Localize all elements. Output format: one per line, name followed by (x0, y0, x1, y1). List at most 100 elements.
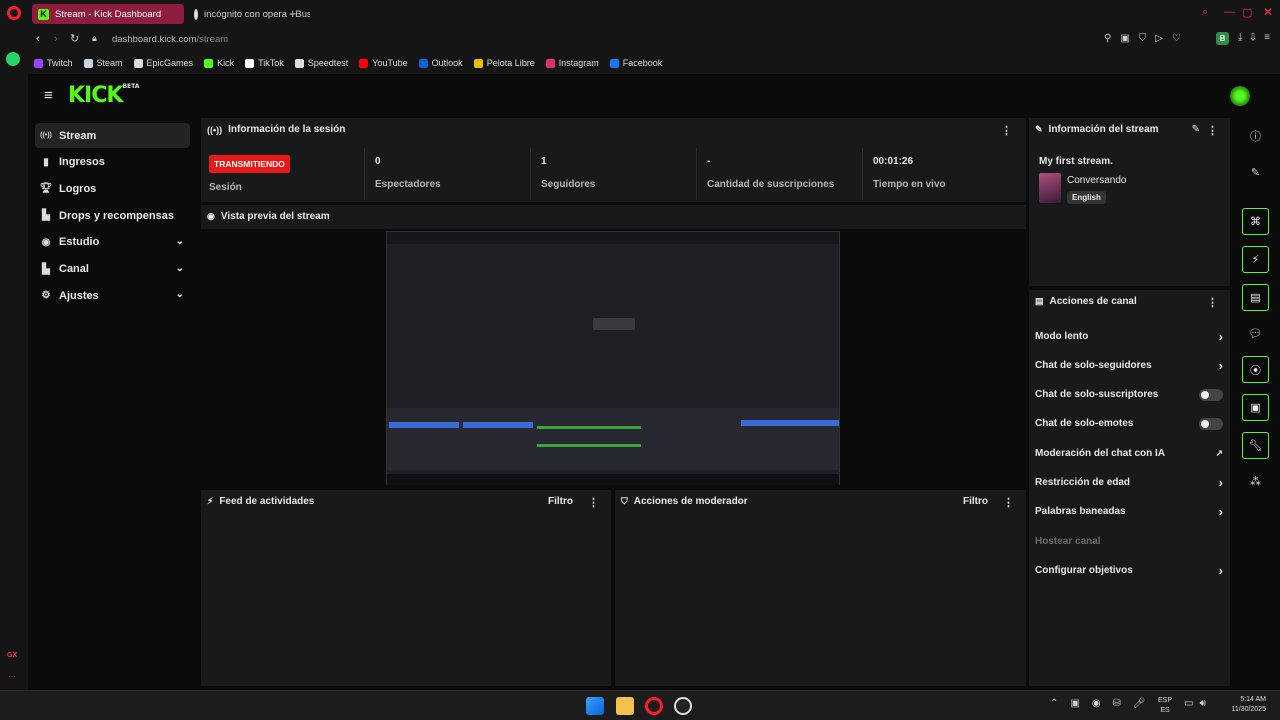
toggle-switch[interactable] (1199, 388, 1223, 401)
bookmark-item[interactable]: Steam (83, 58, 123, 68)
bookmark-item[interactable]: Kick (204, 58, 234, 68)
bookmark-item[interactable]: Outlook (418, 58, 463, 68)
tray-icons[interactable]: ⌃▣◉⛁🎤︎ (1050, 698, 1158, 709)
filter-button[interactable]: Filtro (963, 496, 988, 507)
channel-action-item[interactable]: Chat de solo-suscriptores (1035, 383, 1223, 407)
network-volume-icons[interactable]: ▭🔊︎ (1184, 698, 1212, 709)
clock[interactable]: 5:14 AM 11/30/2025 (1218, 695, 1266, 715)
logo-text: KICK (68, 83, 123, 108)
bookmark-label: Speedtest (307, 58, 349, 68)
sidebar-item-logros[interactable]: 🏆︎ Logros (35, 176, 190, 201)
chevron-right-icon: › (1218, 357, 1223, 373)
sidebar-item-label: Estudio (59, 236, 100, 249)
channel-action-item[interactable]: Restricción de edad › (1035, 471, 1223, 495)
session-status: TRANSMITIENDO Sesión (201, 148, 365, 200)
maximize-icon[interactable]: ▢ (1242, 6, 1252, 19)
lightning-icon[interactable]: ⚡︎ (1242, 246, 1269, 273)
wrench-icon[interactable]: 🔧︎ (1242, 432, 1269, 459)
new-tab-icon[interactable]: + (289, 6, 297, 21)
obs-icon[interactable] (674, 697, 692, 715)
bookmark-favicon-icon (418, 58, 428, 68)
kick-logo[interactable]: KICKBETA (68, 83, 139, 108)
category-thumbnail[interactable] (1039, 173, 1061, 203)
bookmark-item[interactable]: Facebook (609, 58, 662, 68)
hamburger-menu-icon[interactable]: ≡ (44, 87, 53, 104)
sidebar-item-ajustes[interactable]: ⚙ Ajustes ⌄ (35, 283, 190, 308)
stream-category[interactable]: Conversando (1067, 175, 1126, 186)
channel-action-item[interactable]: Chat de solo-emotes (1035, 412, 1223, 436)
whatsapp-icon[interactable] (6, 52, 20, 66)
forward-icon[interactable]: › (54, 33, 58, 45)
channel-action-label: Palabras baneadas (1035, 506, 1126, 518)
bookmark-item[interactable]: Speedtest (294, 58, 349, 68)
preview-title-row: ◉ Vista previa del stream (207, 211, 330, 222)
profile-avatar[interactable]: B (1216, 32, 1229, 45)
layout-icon[interactable]: ▣ (1242, 394, 1269, 421)
bookmark-item[interactable]: TikTok (245, 58, 284, 68)
windows-start-icon[interactable] (586, 697, 604, 715)
bookmark-item[interactable]: EpicGames (133, 58, 193, 68)
stat-label: Espectadores (375, 179, 441, 190)
channel-actions-options-icon[interactable]: ⋮ (1207, 296, 1218, 309)
session-options-icon[interactable]: ⋮ (1001, 124, 1012, 137)
stat-subscriptions: - Cantidad de suscripciones (699, 148, 863, 200)
channel-action-item[interactable]: Chat de solo-seguidores › (1035, 353, 1223, 377)
activity-options-icon[interactable]: ⋮ (588, 496, 599, 509)
close-window-icon[interactable]: ✕ (1263, 5, 1273, 19)
back-icon[interactable]: ‹ (36, 33, 40, 45)
tab-kick-dashboard[interactable]: K Stream - Kick Dashboard (32, 4, 184, 24)
clip-icon[interactable]: ⌘ (1242, 208, 1269, 235)
reload-icon[interactable]: ↻ (70, 32, 79, 45)
channel-action-item[interactable]: Moderación del chat con IA ↗ (1035, 441, 1223, 465)
edit-icon[interactable]: ✎ (1242, 159, 1269, 186)
sidebar-item-ingresos[interactable]: ▮ Ingresos (35, 150, 190, 175)
channel-actions-header: ▤ Acciones de canal (1035, 296, 1137, 307)
toolbar-icons[interactable]: ⚲▣⛉▷♡ (1104, 33, 1190, 44)
file-explorer-icon[interactable] (616, 697, 634, 715)
note-icon[interactable]: ▤ (1242, 284, 1269, 311)
bookmark-item[interactable]: YouTube (359, 58, 408, 68)
chart-icon: ▮ (43, 156, 49, 168)
bookmark-item[interactable]: Pelota Libre (473, 58, 535, 68)
sidebar-item-estudio[interactable]: ◉ Estudio ⌄ (35, 230, 190, 255)
user-avatar[interactable] (1230, 86, 1250, 106)
edit-icon[interactable]: ✎ (1192, 124, 1200, 135)
sidebar-item-drops[interactable]: ▙ Drops y recompensas (35, 203, 190, 228)
search-tabs-icon[interactable]: ⌕ (1202, 6, 1208, 19)
channel-action-label: Modo lento (1035, 330, 1089, 342)
windows-taskbar: ⌃▣◉⛁🎤︎ ESP ES ▭🔊︎ 5:14 AM 11/30/2025 (0, 690, 1280, 720)
bookmark-favicon-icon (473, 58, 483, 68)
lock-icon[interactable]: 🔒︎ (92, 33, 97, 44)
more-icon[interactable]: ··· (8, 672, 16, 681)
language-indicator[interactable]: ESP ES (1158, 696, 1172, 716)
toggle-switch[interactable] (1199, 417, 1223, 430)
status-label: Sesión (209, 182, 242, 193)
opera-gx-icon[interactable] (645, 697, 663, 715)
menu-icons[interactable]: ⤓⇩≡ (1238, 32, 1278, 43)
opera-logo-icon[interactable] (7, 6, 21, 20)
stat-label: Seguidores (541, 179, 596, 190)
channel-action-item[interactable]: Modo lento › (1035, 324, 1223, 348)
minimize-icon[interactable]: — (1224, 6, 1235, 18)
moderator-options-icon[interactable]: ⋮ (1003, 496, 1014, 509)
url-domain: dashboard.kick.com (112, 34, 197, 45)
panel-title: Acciones de moderador (633, 496, 748, 507)
chat-icon[interactable]: 💬︎ (1242, 320, 1269, 347)
channel-action-item[interactable]: Configurar objetivos › (1035, 558, 1223, 582)
bookmark-item[interactable]: Instagram (545, 58, 599, 68)
raid-icon[interactable]: ⁂ (1242, 468, 1269, 495)
bookmark-item[interactable]: Twitch (34, 58, 73, 68)
session-header: ((•)) Información de la sesión (207, 124, 345, 135)
stream-preview[interactable] (201, 229, 1026, 487)
tab-bar: K Stream - Kick Dashboard incógnito con … (28, 0, 1280, 28)
url-field[interactable]: dashboard.kick.com/stream (112, 34, 228, 45)
obs-docks (387, 408, 839, 470)
broadcast-icon[interactable]: ⦿ (1242, 356, 1269, 383)
stream-info-options-icon[interactable]: ⋮ (1207, 124, 1218, 137)
quick-actions-rail: ⓘ ✎ ⌘ ⚡︎ ▤ 💬︎ ⦿ ▣ 🔧︎ ⁂ (1234, 116, 1280, 690)
info-icon[interactable]: ⓘ (1242, 122, 1269, 149)
sidebar-item-stream[interactable]: ((•)) Stream (35, 123, 190, 148)
filter-button[interactable]: Filtro (548, 496, 573, 507)
sidebar-item-canal[interactable]: ▙ Canal ⌄ (35, 257, 190, 282)
channel-action-item[interactable]: Palabras baneadas › (1035, 500, 1223, 524)
